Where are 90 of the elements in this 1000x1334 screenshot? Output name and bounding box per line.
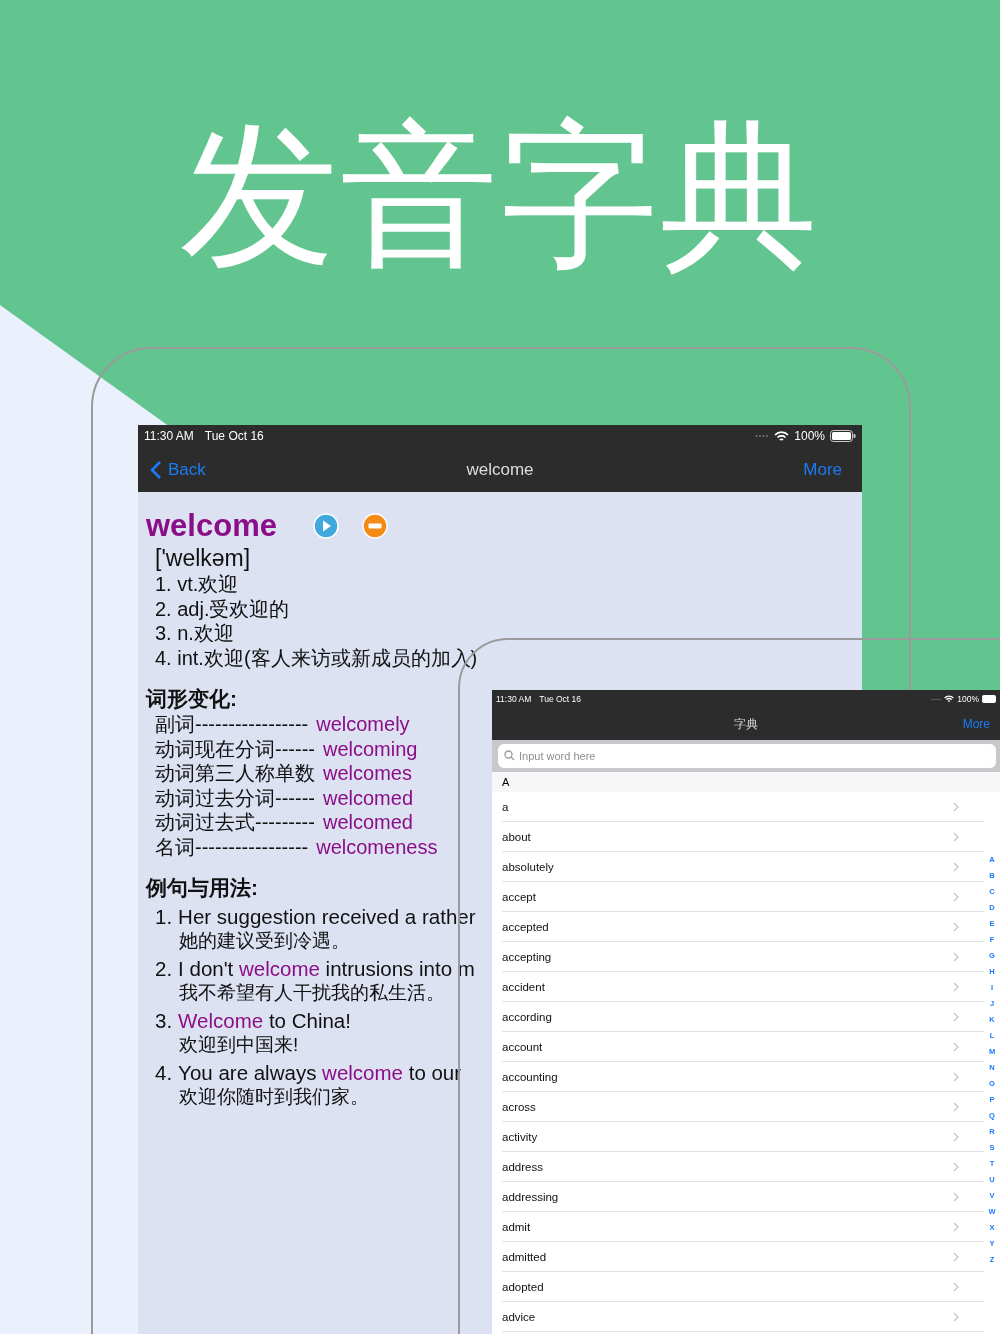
example-sentence: Welcome to China!: [178, 1009, 351, 1033]
chevron-icon: [953, 1311, 959, 1322]
status-date: Tue Oct 16: [204, 429, 264, 443]
example-number: 1.: [155, 905, 173, 929]
meaning-text: 3. n.欢迎: [154, 621, 235, 646]
wifi-icon: [944, 695, 955, 703]
form-word: welcomeness: [316, 834, 438, 859]
phonetic-text: ['welkəm]: [154, 544, 252, 572]
chevron-icon: [953, 801, 959, 812]
form-label: 动词过去式---------: [155, 810, 315, 835]
chevron-icon: [953, 981, 959, 992]
meaning-text: 4. int.欢迎(客人来访或新成员的加入): [154, 645, 479, 670]
word-row[interactable]: across: [502, 1092, 984, 1122]
example-number: 2.: [155, 957, 173, 981]
word-row[interactable]: accident: [502, 972, 984, 1002]
example-translation: 欢迎你随时到我们家。: [178, 1085, 369, 1109]
chevron-icon: [953, 831, 959, 842]
form-label: 动词现在分词------: [155, 736, 315, 761]
back-button[interactable]: Back: [150, 459, 206, 480]
form-word: welcoming: [322, 736, 418, 761]
battery-percent: 100%: [794, 429, 825, 443]
form-label: 动词第三人称单数: [155, 761, 315, 786]
word-row[interactable]: address: [502, 1152, 984, 1182]
word-row[interactable]: accepted: [502, 912, 984, 942]
word-row[interactable]: admit: [502, 1212, 984, 1242]
chevron-icon: [953, 1191, 959, 1202]
word-row[interactable]: account: [502, 1032, 984, 1062]
word-row[interactable]: advice: [502, 1302, 984, 1332]
form-word: welcomed: [322, 810, 413, 835]
wifi-icon: [774, 430, 790, 442]
word-row[interactable]: adopted: [502, 1272, 984, 1302]
nav-title: 字典: [734, 715, 758, 733]
more-button[interactable]: More: [962, 717, 990, 731]
status-date: Tue Oct 16: [539, 694, 582, 704]
search-field[interactable]: Input word here: [498, 744, 996, 768]
search-icon: [504, 750, 515, 761]
chevron-icon: [953, 1221, 959, 1232]
chevron-icon: [953, 1131, 959, 1142]
word-row[interactable]: activity: [502, 1122, 984, 1152]
section-heading: 词形变化:: [146, 686, 237, 712]
word-row[interactable]: about: [502, 822, 984, 852]
more-button[interactable]: More: [803, 459, 842, 480]
example-number: 3.: [155, 1009, 173, 1033]
play-icon[interactable]: [312, 513, 339, 539]
chevron-icon: [953, 1161, 959, 1172]
remove-icon[interactable]: [361, 513, 388, 539]
form-label: 动词过去分词------: [155, 785, 315, 810]
example-sentence: You are always welcome to our: [178, 1061, 462, 1085]
chevron-icon: [953, 891, 959, 902]
chevron-icon: [150, 459, 162, 480]
form-label: 名词-----------------: [155, 834, 309, 859]
chevron-icon: [953, 1041, 959, 1052]
chevron-icon: [953, 1281, 959, 1292]
status-time: 11:30 AM: [496, 694, 532, 704]
example-translation: 她的建议受到冷遇。: [178, 929, 350, 953]
word-row[interactable]: absolutely: [502, 852, 984, 882]
form-label: 副词-----------------: [155, 712, 309, 737]
battery-percent: 100%: [957, 694, 979, 704]
example-translation: 我不希望有人干扰我的私生活。: [178, 981, 445, 1005]
word-row[interactable]: accounting: [502, 1062, 984, 1092]
nav-title: welcome: [466, 459, 534, 480]
section-header: A: [492, 772, 1000, 792]
headline: 发音字典: [179, 106, 821, 285]
chevron-icon: [953, 861, 959, 872]
word-row[interactable]: admitted: [502, 1242, 984, 1272]
word-row[interactable]: accepting: [502, 942, 984, 972]
signal-icon: [931, 697, 942, 701]
headword: welcome: [146, 508, 277, 544]
chevron-icon: [953, 1071, 959, 1082]
example-translation: 欢迎到中国来!: [178, 1033, 299, 1057]
word-row[interactable]: accept: [502, 882, 984, 912]
chevron-icon: [953, 921, 959, 932]
word-row[interactable]: a: [502, 792, 984, 822]
signal-icon: [755, 434, 770, 438]
chevron-icon: [953, 951, 959, 962]
chevron-icon: [953, 1101, 959, 1112]
chevron-icon: [953, 1251, 959, 1262]
battery-icon: [830, 430, 856, 442]
form-word: welcomes: [323, 761, 412, 786]
form-word: welcomed: [322, 785, 413, 810]
word-row[interactable]: addressing: [502, 1182, 984, 1212]
battery-icon: [982, 695, 996, 703]
status-time: 11:30 AM: [144, 429, 194, 443]
form-word: welcomely: [316, 712, 410, 737]
section-heading: 例句与用法:: [146, 875, 258, 901]
example-number: 4.: [155, 1061, 173, 1085]
meaning-text: 1. vt.欢迎: [154, 572, 240, 597]
word-row[interactable]: according: [502, 1002, 984, 1032]
chevron-icon: [953, 1011, 959, 1022]
meaning-text: 2. adj.受欢迎的: [154, 596, 291, 621]
